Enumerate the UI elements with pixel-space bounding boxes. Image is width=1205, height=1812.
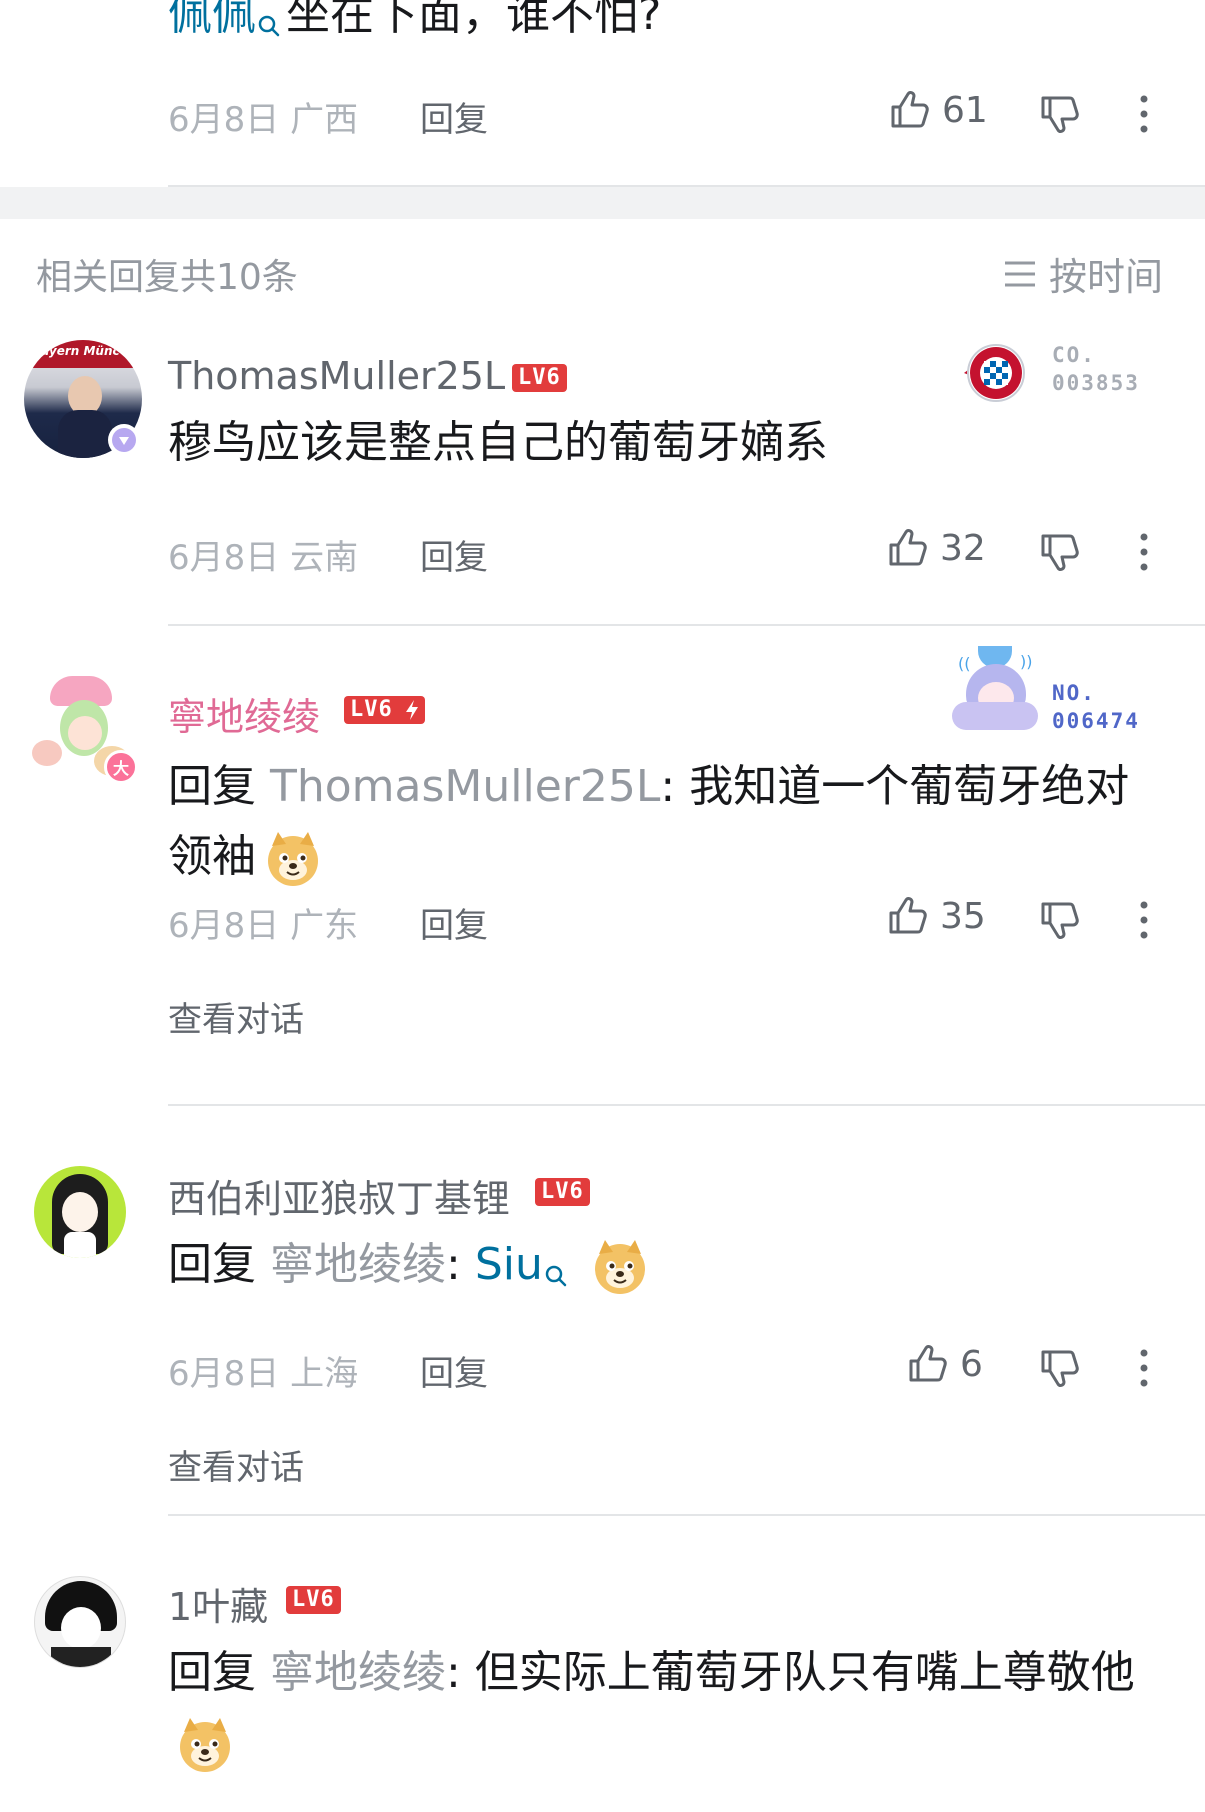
fan-badge-line1: CO. xyxy=(1052,343,1096,367)
comment-content: 穆鸟应该是整点自己的葡萄牙嫡系 xyxy=(168,417,828,468)
thumb-down-icon[interactable] xyxy=(1038,530,1082,574)
reply-button[interactable]: 回复 xyxy=(420,898,488,947)
thumb-up-icon xyxy=(909,1345,947,1382)
comment-content: 回复 寧地绫绫: Siu xyxy=(168,1230,649,1310)
reply-button[interactable]: 回复 xyxy=(420,1346,488,1395)
comment-meta: 6月8日 广东 xyxy=(168,906,359,946)
doge-emoji xyxy=(264,830,322,888)
reply-to-user[interactable]: 寧地绫绫 xyxy=(270,1239,446,1290)
view-conversation-button[interactable]: 查看对话 xyxy=(168,992,304,1041)
divider xyxy=(168,624,1205,626)
thumb-up-icon xyxy=(889,529,927,566)
comment-content: 回复 寧地绫绫: 但实际上葡萄牙队只有嘴上尊敬他 xyxy=(168,1638,1158,1778)
like-count: 6 xyxy=(960,1343,983,1385)
fan-badge-number: 006474 xyxy=(1052,709,1140,733)
comment-content: 佩佩 坐在下面，谁不怕? xyxy=(168,0,661,60)
divider xyxy=(168,1514,1205,1516)
level-badge: LV6 xyxy=(344,696,425,724)
search-icon[interactable] xyxy=(543,1240,569,1310)
search-icon[interactable] xyxy=(256,0,282,60)
reply-item: 大 寧地绫绫 LV6 (( )) NO. 006474 回复 ThomasMul… xyxy=(0,640,1205,1110)
view-conversation-button[interactable]: 查看对话 xyxy=(168,1440,304,1489)
level-badge: LV6 xyxy=(286,1586,341,1614)
level-badge: LV6 xyxy=(535,1178,590,1206)
search-link[interactable]: Siu xyxy=(475,1239,543,1290)
divider xyxy=(168,1104,1205,1106)
fan-badge-line1: NO. xyxy=(1052,681,1096,705)
top-comment: 佩佩 坐在下面，谁不怕? 6月8日 广西 回复 61 xyxy=(0,0,1205,190)
username[interactable]: 寧地绫绫 xyxy=(168,686,320,741)
thumb-up-icon xyxy=(889,897,927,934)
like-count: 61 xyxy=(942,89,988,131)
avatar[interactable]: 大 xyxy=(24,670,142,788)
section-separator xyxy=(0,187,1205,219)
comment-meta: 6月8日 上海 xyxy=(168,1354,359,1394)
username[interactable]: 1叶藏 xyxy=(168,1576,268,1631)
thumb-up-icon xyxy=(891,91,929,128)
reply-to-user[interactable]: 寧地绫绫 xyxy=(270,1647,446,1698)
sort-button[interactable]: 按时间 xyxy=(1003,246,1163,301)
level-badge: LV6 xyxy=(512,364,567,392)
comment-meta: 6月8日 广西 xyxy=(168,100,359,140)
reply-item: 1叶藏 LV6 回复 寧地绫绫: 但实际上葡萄牙队只有嘴上尊敬他 xyxy=(0,1530,1205,1812)
thumb-down-icon[interactable] xyxy=(1038,92,1082,136)
vip-badge-icon: 大 xyxy=(104,750,138,784)
fan-badge[interactable]: (( )) NO. 006474 xyxy=(948,644,1158,744)
fan-badge-character-icon: (( )) xyxy=(948,644,1042,734)
reply-item: 西伯利亚狼叔丁基锂 LV6 回复 寧地绫绫: Siu 6月8日 上海 回复 6 … xyxy=(0,1120,1205,1520)
like-button[interactable]: 32 xyxy=(886,526,986,570)
more-icon[interactable] xyxy=(1136,900,1152,940)
reply-button[interactable]: 回复 xyxy=(420,92,488,141)
more-icon[interactable] xyxy=(1136,94,1152,134)
like-button[interactable]: 35 xyxy=(886,894,986,938)
comment-content: 回复 ThomasMuller25L: 我知道一个葡萄牙绝对领袖 xyxy=(168,752,1158,892)
like-count: 32 xyxy=(940,527,986,569)
avatar-banner-text: Bayern Münc xyxy=(32,344,120,358)
doge-emoji xyxy=(176,1716,234,1774)
reply-button[interactable]: 回复 xyxy=(420,530,488,579)
thumb-down-icon[interactable] xyxy=(1038,1346,1082,1390)
user-mention-link[interactable]: 佩佩 xyxy=(168,0,256,40)
avatar[interactable] xyxy=(34,1166,126,1258)
like-button[interactable]: 6 xyxy=(906,1342,983,1386)
username[interactable]: ThomasMuller25L xyxy=(168,354,505,398)
reply-item: Bayern Münc ThomasMuller25L LV6 CO. 0038… xyxy=(0,330,1205,630)
more-icon[interactable] xyxy=(1136,532,1152,572)
sort-label: 按时间 xyxy=(1049,255,1164,299)
avatar[interactable]: Bayern Münc xyxy=(24,340,142,458)
avatar[interactable] xyxy=(34,1576,126,1668)
like-count: 35 xyxy=(940,895,986,937)
doge-emoji xyxy=(591,1238,649,1296)
bayern-logo-icon xyxy=(964,344,1025,402)
reply-to-user[interactable]: ThomasMuller25L xyxy=(270,761,660,812)
thumb-down-icon[interactable] xyxy=(1038,898,1082,942)
more-icon[interactable] xyxy=(1136,1348,1152,1388)
replies-count-title: 相关回复共10条 xyxy=(36,257,298,298)
verified-badge-icon xyxy=(108,424,140,456)
fan-badge[interactable]: CO. 003853 xyxy=(958,336,1158,416)
fan-badge-number: 003853 xyxy=(1052,371,1140,395)
comment-meta: 6月8日 云南 xyxy=(168,538,359,578)
like-button[interactable]: 61 xyxy=(888,88,988,132)
sort-icon xyxy=(1005,261,1035,286)
username[interactable]: 西伯利亚狼叔丁基锂 xyxy=(168,1168,510,1223)
lightning-icon xyxy=(398,696,425,724)
